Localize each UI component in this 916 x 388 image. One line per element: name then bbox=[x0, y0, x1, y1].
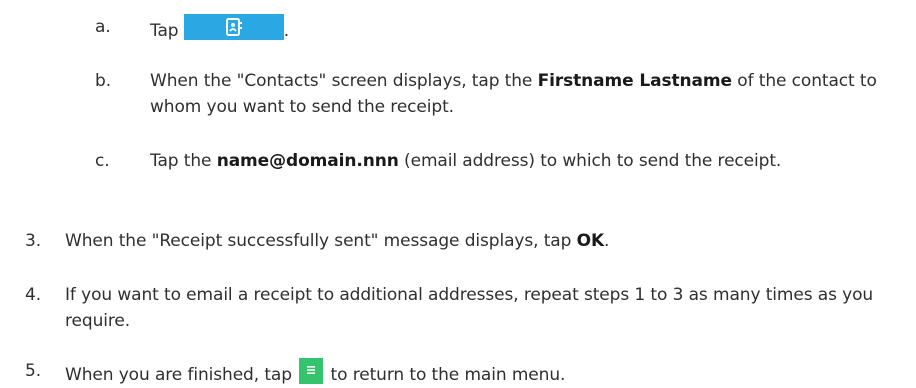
substep-text-after: . bbox=[283, 21, 290, 41]
menu-icon bbox=[307, 366, 316, 374]
substep-b: b. When the "Contacts" screen displays, … bbox=[95, 68, 905, 120]
ok-label: OK bbox=[576, 231, 605, 251]
step-marker: 5. bbox=[25, 361, 42, 381]
contacts-icon bbox=[225, 18, 242, 36]
substep-text-before: Tap the bbox=[150, 151, 217, 171]
main-menu-button[interactable] bbox=[299, 358, 324, 384]
step-4: 4. If you want to email a receipt to add… bbox=[25, 282, 910, 334]
substep-text: When the "Contacts" screen displays, tap… bbox=[95, 68, 905, 120]
step-text-after: . bbox=[604, 231, 610, 251]
step-text: When the "Receipt successfully sent" mes… bbox=[25, 228, 910, 254]
substep-text-after: (email address) to which to send the rec… bbox=[398, 151, 782, 171]
step-text-after: to return to the main menu. bbox=[325, 365, 566, 385]
step-3: 3. When the "Receipt successfully sent" … bbox=[25, 228, 910, 254]
step-text: When you are finished, tap to return to … bbox=[25, 358, 910, 388]
contacts-button[interactable] bbox=[183, 14, 284, 40]
substep-text: Tap the name@domain.nnn (email address) … bbox=[95, 148, 905, 174]
substep-marker: c. bbox=[95, 151, 110, 171]
substep-text-before: Tap bbox=[150, 21, 184, 41]
substep-marker: b. bbox=[95, 71, 111, 91]
step-5: 5. When you are finished, tap to return … bbox=[25, 358, 910, 388]
email-address-label: name@domain.nnn bbox=[216, 151, 399, 171]
substep-text-before: When the "Contacts" screen displays, tap… bbox=[150, 71, 538, 91]
step-marker: 4. bbox=[25, 285, 42, 305]
substep-c: c. Tap the name@domain.nnn (email addres… bbox=[95, 148, 905, 174]
step-text-before: When the "Receipt successfully sent" mes… bbox=[65, 231, 577, 251]
substep-marker: a. bbox=[95, 17, 111, 37]
contact-name-label: Firstname Lastname bbox=[537, 71, 732, 91]
step-text: If you want to email a receipt to additi… bbox=[65, 285, 874, 331]
step-marker: 3. bbox=[25, 231, 42, 251]
step-text-before: When you are finished, tap bbox=[65, 365, 298, 385]
substep-a: a. Tap . bbox=[95, 14, 905, 44]
substep-text: Tap . bbox=[95, 14, 905, 44]
